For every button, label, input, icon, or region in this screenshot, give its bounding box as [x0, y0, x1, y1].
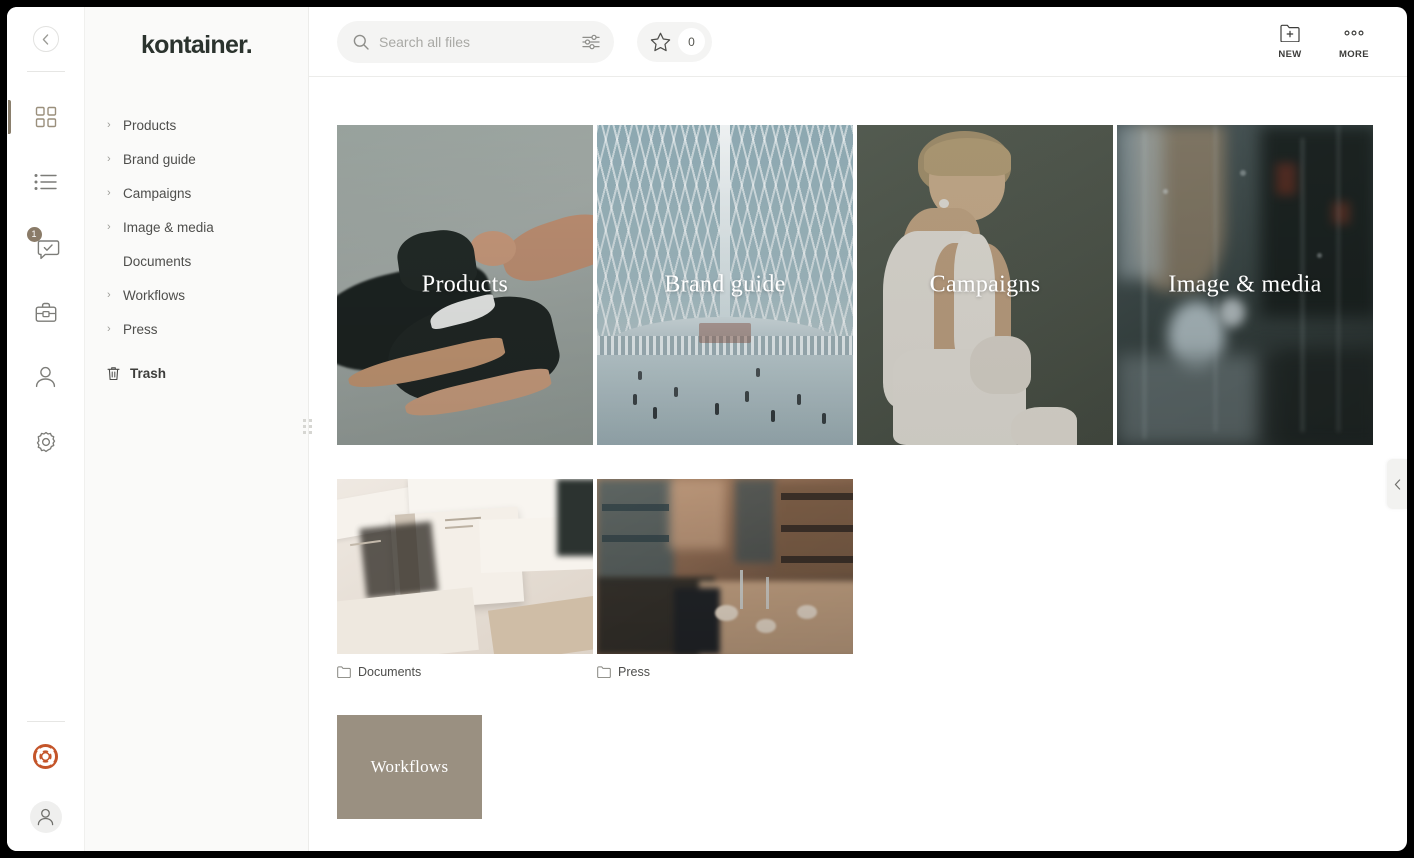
search-bar[interactable] — [337, 21, 614, 63]
folder-card-campaigns[interactable]: Campaigns — [857, 125, 1113, 445]
new-folder-icon — [1280, 24, 1300, 42]
application-window: 1 — [7, 7, 1407, 851]
sidebar-item-label: Workflows — [123, 288, 185, 303]
user-avatar-icon — [37, 808, 54, 826]
rail-icon-list: 1 — [23, 94, 69, 484]
rail-item-portfolio[interactable] — [23, 289, 69, 335]
folder-sidebar: kontainer. › Products › Brand guide › Ca… — [84, 7, 309, 851]
folder-card-brand-guide[interactable]: Brand guide — [597, 125, 853, 445]
sidebar-item-image-media[interactable]: › Image & media — [107, 210, 298, 244]
chevron-left-icon — [42, 34, 49, 45]
chevron-right-icon[interactable]: › — [107, 289, 123, 301]
chevron-right-icon[interactable]: › — [107, 323, 123, 335]
support-button[interactable] — [33, 744, 58, 769]
folder-thumb-label: Documents — [358, 665, 421, 679]
hero-card-row: Products — [337, 125, 1407, 445]
notification-badge: 1 — [27, 227, 42, 242]
folder-card-products[interactable]: Products — [337, 125, 593, 445]
rail-item-settings[interactable] — [23, 419, 69, 465]
more-button-label: MORE — [1339, 49, 1369, 60]
rail-divider-top — [27, 71, 65, 72]
lifebuoy-icon — [33, 744, 58, 769]
sidebar-item-workflows[interactable]: › Workflows — [107, 278, 298, 312]
rail-divider-bottom — [27, 721, 65, 722]
folder-icon — [337, 666, 351, 678]
rail-item-contacts[interactable] — [23, 354, 69, 400]
chevron-right-icon[interactable]: › — [107, 221, 123, 233]
chevron-right-icon[interactable]: › — [107, 153, 123, 165]
folder-card-label: Workflows — [337, 757, 482, 777]
chevron-left-icon — [1394, 479, 1401, 490]
star-icon — [650, 32, 671, 52]
favorites-button[interactable]: 0 — [637, 22, 712, 62]
rail-item-approvals[interactable]: 1 — [23, 224, 69, 270]
folder-card-label: Campaigns — [857, 272, 1113, 299]
avatar[interactable] — [30, 801, 62, 833]
search-icon — [353, 34, 369, 50]
search-input[interactable] — [379, 34, 582, 50]
folder-grid: Products — [309, 77, 1407, 851]
sidebar-item-documents[interactable]: › Documents — [107, 244, 298, 278]
app-logo: kontainer. — [85, 31, 308, 60]
rail-bottom-section — [7, 721, 84, 833]
more-dots-icon — [1343, 24, 1365, 42]
right-panel-toggle[interactable] — [1387, 459, 1407, 509]
folder-icon — [597, 666, 611, 678]
folder-item-documents: Documents — [337, 479, 593, 679]
chevron-right-icon[interactable]: › — [107, 187, 123, 199]
top-toolbar: 0 NEW MORE — [309, 7, 1407, 77]
folder-card-image-media[interactable]: Image & media — [1117, 125, 1373, 445]
folder-card-label: Brand guide — [597, 272, 853, 299]
folder-thumb-label: Press — [618, 665, 650, 679]
sidebar-item-trash[interactable]: Trash — [107, 356, 298, 390]
sidebar-item-label: Image & media — [123, 220, 214, 235]
more-button[interactable]: MORE — [1331, 24, 1377, 60]
filter-sliders-icon[interactable] — [582, 34, 600, 50]
main-area: 0 NEW MORE — [309, 7, 1407, 851]
favorites-count: 0 — [678, 28, 705, 55]
folder-thumb-caption: Documents — [337, 665, 593, 679]
sidebar-item-press[interactable]: › Press — [107, 312, 298, 346]
chevron-right-icon[interactable]: › — [107, 119, 123, 131]
folder-item-press: Press — [597, 479, 853, 679]
rail-item-dashboard[interactable] — [23, 94, 69, 140]
sidebar-item-label: Brand guide — [123, 152, 196, 167]
toolbar-actions: NEW MORE — [1267, 24, 1387, 60]
sidebar-item-label: Trash — [130, 366, 166, 381]
flat-card-row: Workflows — [337, 715, 1407, 819]
folder-card-label: Image & media — [1117, 272, 1373, 299]
new-button-label: NEW — [1278, 49, 1301, 60]
restaurant-interior-image — [597, 479, 853, 654]
folder-thumbnail-press[interactable] — [597, 479, 853, 654]
sidebar-collapse-button[interactable] — [33, 26, 59, 52]
person-icon — [35, 366, 56, 388]
folder-thumb-row: Documents — [337, 479, 1407, 679]
folder-card-workflows[interactable]: Workflows — [337, 715, 482, 819]
briefcase-icon — [35, 302, 57, 323]
sidebar-item-products[interactable]: › Products — [107, 108, 298, 142]
folder-thumb-caption: Press — [597, 665, 853, 679]
new-button[interactable]: NEW — [1267, 24, 1313, 60]
list-icon — [34, 173, 57, 191]
rail-item-lists[interactable] — [23, 159, 69, 205]
folder-tree: › Products › Brand guide › Campaigns › I… — [85, 108, 308, 390]
trash-icon — [107, 366, 123, 381]
sidebar-item-label: Products — [123, 118, 176, 133]
sidebar-item-campaigns[interactable]: › Campaigns — [107, 176, 298, 210]
icon-rail: 1 — [7, 7, 84, 851]
sidebar-item-label: Documents — [123, 254, 191, 269]
gear-icon — [35, 431, 57, 453]
approvals-icon — [37, 239, 60, 261]
stacked-books-image — [337, 479, 593, 654]
folder-thumbnail-documents[interactable] — [337, 479, 593, 654]
grid-icon — [35, 106, 57, 128]
folder-card-label: Products — [337, 272, 593, 299]
sidebar-item-label: Press — [123, 322, 158, 337]
sidebar-item-label: Campaigns — [123, 186, 191, 201]
sidebar-item-brand-guide[interactable]: › Brand guide — [107, 142, 298, 176]
